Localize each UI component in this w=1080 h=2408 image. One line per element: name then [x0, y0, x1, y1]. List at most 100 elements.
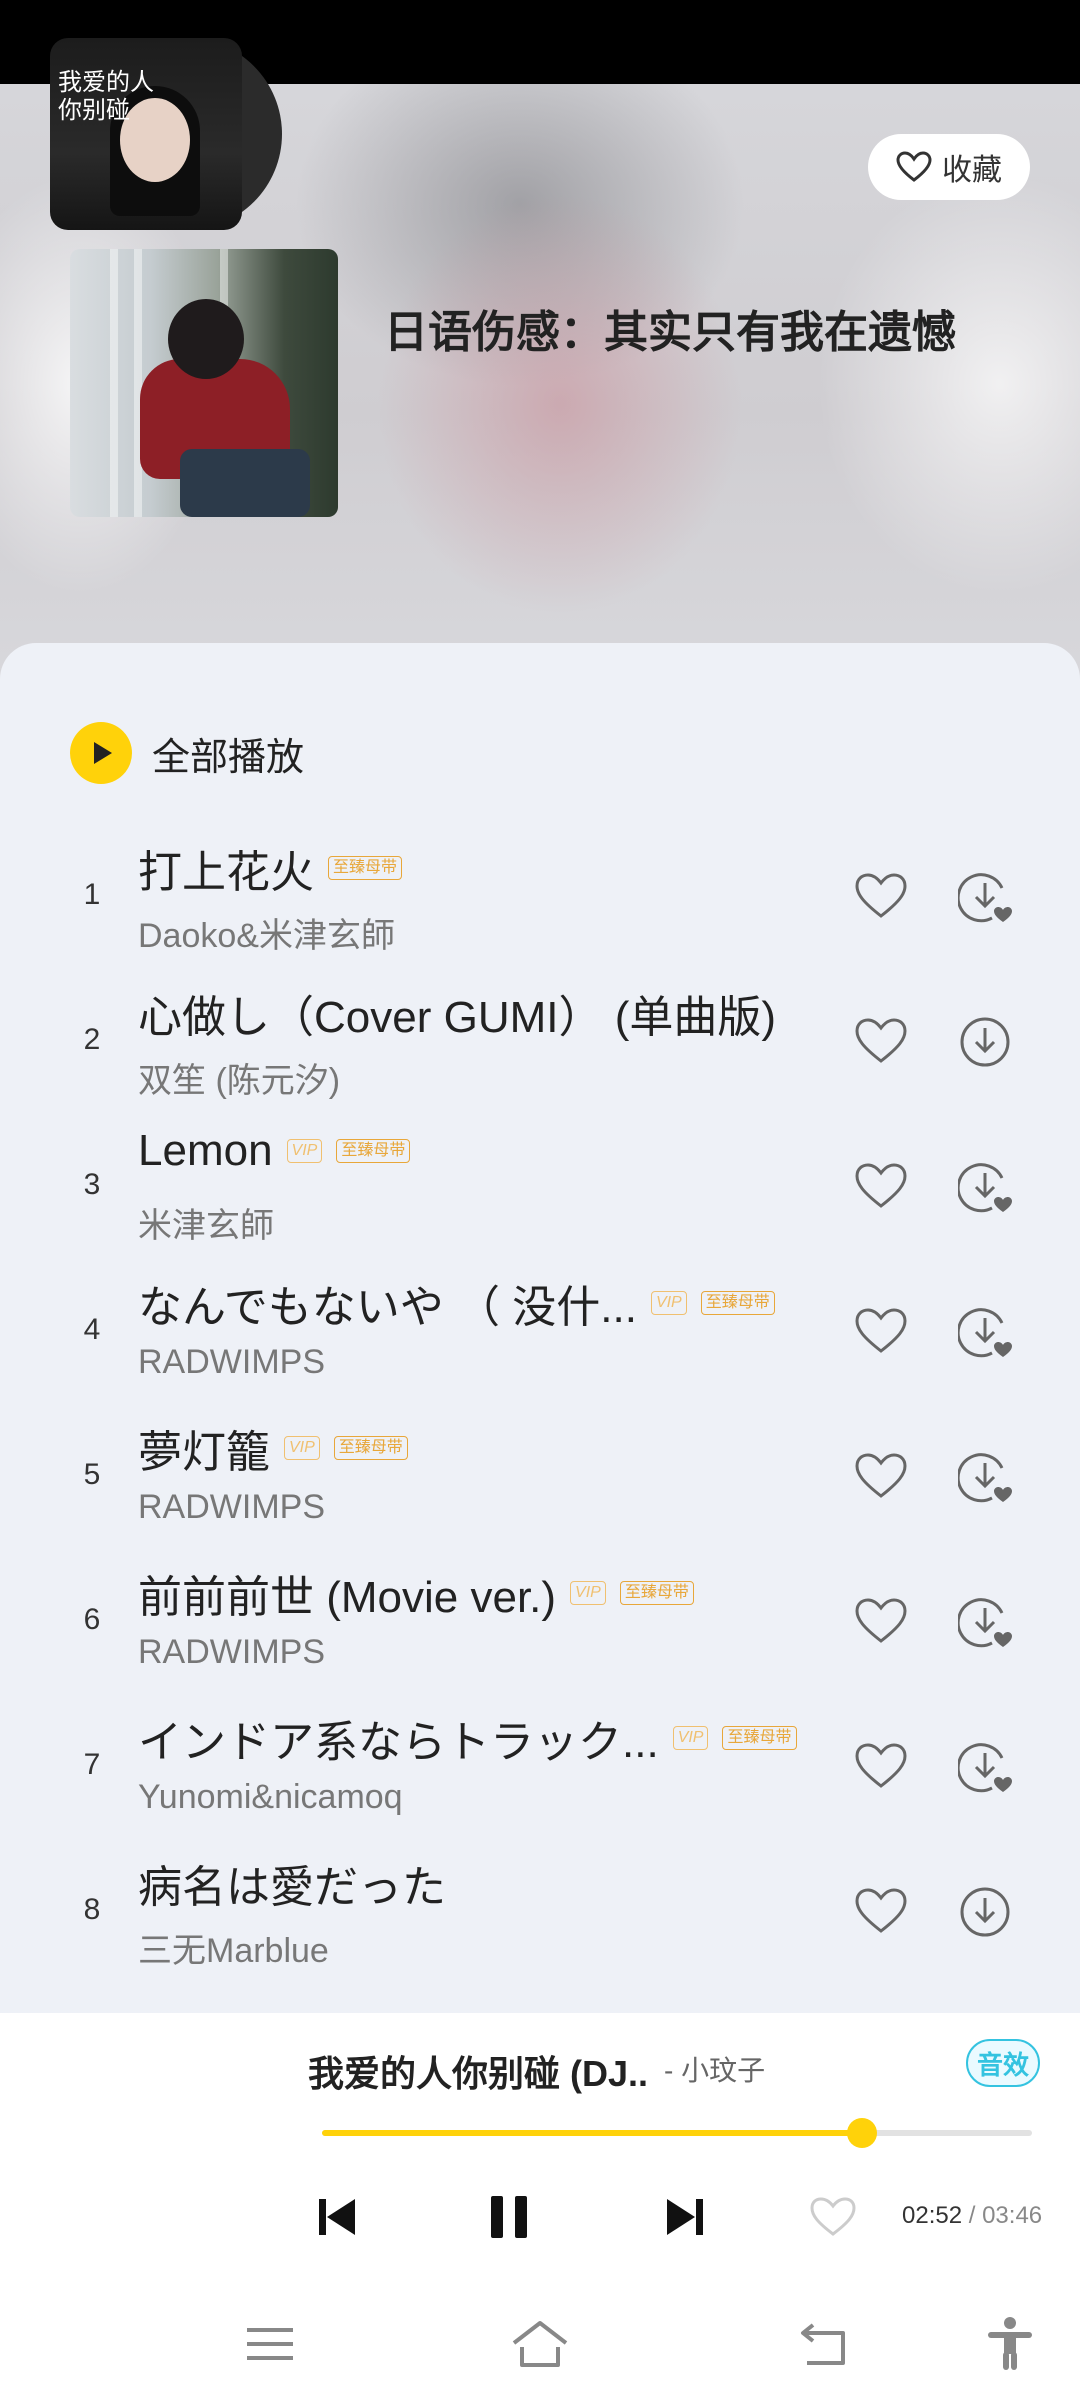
song-artist: 双笙 (陈元汐) [138, 1062, 341, 1100]
song-artist: 米津玄師 [138, 1207, 274, 1245]
song-row[interactable]: 7 インドア系ならトラック... VIP 至臻母带 Yunomi&nicamoq [0, 1698, 1080, 1843]
back-arrow-icon [801, 2323, 845, 2365]
download-icon [958, 1887, 1012, 1943]
vip-badge: VIP [650, 1291, 687, 1315]
song-title: 夢灯籠 [138, 1428, 270, 1477]
download-button[interactable] [956, 1305, 1012, 1359]
play-all-button[interactable]: 全部播放 [70, 722, 304, 784]
now-playing-cover: 我爱的人你别碰 [50, 38, 242, 230]
song-number: 6 [83, 1603, 101, 1636]
skip-next-icon [667, 2199, 703, 2235]
song-number: 3 [83, 1168, 101, 1201]
total-time: 03:46 [982, 2202, 1043, 2229]
song-artist: RADWIMPS [138, 1343, 325, 1381]
like-button[interactable] [854, 1017, 908, 1071]
song-artist: RADWIMPS [138, 1488, 325, 1526]
download-button[interactable] [956, 870, 1012, 924]
pause-button[interactable] [484, 2190, 534, 2244]
song-number: 8 [83, 1893, 101, 1926]
like-button[interactable] [854, 1452, 908, 1506]
song-row[interactable]: 6 前前前世 (Movie ver.) VIP 至臻母带 RADWIMPS [0, 1553, 1080, 1698]
download-button[interactable] [958, 1885, 1012, 1939]
progress-thumb[interactable] [846, 2118, 877, 2148]
like-button[interactable] [854, 872, 908, 926]
heart-icon [810, 2197, 856, 2236]
heart-icon [896, 151, 932, 182]
now-playing-artist: - 小玟子 [664, 2055, 766, 2086]
song-title: 病名は愛だった [138, 1863, 446, 1912]
cover-art-text: 我爱的人你别碰 [58, 68, 154, 124]
pause-icon [491, 2196, 527, 2238]
download-button[interactable] [958, 1015, 1012, 1069]
song-artist: Daoko&米津玄師 [138, 917, 395, 955]
sound-effect-button[interactable]: 音效 [966, 2039, 1040, 2087]
download-button[interactable] [956, 1595, 1012, 1649]
download-done-icon [956, 1163, 1014, 1220]
song-number: 2 [83, 1023, 101, 1056]
previous-button[interactable] [312, 2190, 362, 2244]
master-quality-badge: 至臻母带 [722, 1726, 797, 1750]
song-row[interactable]: 8 病名は愛だった 三无Marblue [0, 1843, 1080, 1988]
download-done-icon [956, 1743, 1014, 1800]
download-button[interactable] [956, 1160, 1012, 1214]
vip-badge: VIP [570, 1581, 606, 1605]
like-button[interactable] [854, 1742, 908, 1796]
song-title: Lemon [138, 1126, 273, 1175]
song-number: 1 [83, 878, 101, 911]
playlist-title: 日语伤感：其实只有我在遗憾 [384, 308, 956, 357]
song-row[interactable]: 5 夢灯籠 VIP 至臻母带 RADWIMPS [0, 1408, 1080, 1553]
song-number: 7 [83, 1748, 101, 1781]
song-number: 4 [83, 1313, 101, 1346]
playback-time: 02:52 / 03:46 [902, 2202, 1042, 2230]
next-button[interactable] [660, 2190, 710, 2244]
song-row[interactable]: 1 打上花火 至臻母带 Daoko&米津玄師 [0, 828, 1080, 973]
home-icon [512, 2321, 568, 2367]
heart-icon [854, 1743, 908, 1794]
like-button[interactable] [854, 1307, 908, 1361]
accessibility-icon [988, 2317, 1032, 2370]
menu-icon [247, 2328, 293, 2360]
master-quality-badge: 至臻母带 [336, 1139, 411, 1163]
like-button[interactable] [854, 1597, 908, 1651]
song-artist: Yunomi&nicamoq [138, 1778, 403, 1816]
favorite-button[interactable]: 收藏 [868, 134, 1030, 200]
heart-icon [854, 1018, 908, 1069]
song-title: なんでもないや （ 没什... [138, 1283, 637, 1332]
playlist-cover [70, 249, 338, 517]
nav-accessibility-button[interactable] [980, 2314, 1040, 2374]
song-artist: RADWIMPS [138, 1633, 325, 1671]
play-icon [70, 722, 132, 784]
now-playing-artwork[interactable]: 我爱的人你别碰 [50, 38, 282, 230]
heart-icon [854, 1598, 908, 1649]
nav-back-button[interactable] [796, 2314, 856, 2374]
like-button[interactable] [854, 1887, 908, 1941]
song-row[interactable]: 3 Lemon VIP 至臻母带 米津玄師 [0, 1118, 1080, 1263]
time-separator: / [962, 2202, 983, 2229]
master-quality-badge: 至臻母带 [700, 1291, 775, 1315]
vip-badge: VIP [284, 1436, 320, 1460]
vip-badge: VIP [672, 1726, 709, 1750]
download-button[interactable] [956, 1740, 1012, 1794]
nav-home-button[interactable] [510, 2314, 570, 2374]
song-row[interactable]: 2 心做し（Cover GUMI） (单曲版) 双笙 (陈元汐) [0, 973, 1080, 1118]
song-title: 心做し（Cover GUMI） (单曲版) [138, 993, 776, 1042]
master-quality-badge: 至臻母带 [328, 856, 403, 880]
heart-icon [854, 1308, 908, 1359]
favorite-label: 收藏 [942, 154, 1002, 187]
nav-menu-button[interactable] [240, 2314, 300, 2374]
download-icon [958, 1017, 1012, 1073]
song-number: 5 [83, 1458, 101, 1491]
heart-icon [854, 1163, 908, 1214]
like-button[interactable] [854, 1162, 908, 1216]
now-playing-title: 我爱的人你别碰 (DJ.. [308, 2053, 649, 2094]
heart-icon [854, 1453, 908, 1504]
master-quality-badge: 至臻母带 [619, 1581, 694, 1605]
song-row[interactable]: 4 なんでもないや （ 没什... VIP 至臻母带 RADWIMPS [0, 1263, 1080, 1408]
progress-bar[interactable] [322, 2118, 1032, 2148]
download-done-icon [956, 1598, 1014, 1655]
current-time: 02:52 [902, 2202, 963, 2229]
download-button[interactable] [956, 1450, 1012, 1504]
download-done-icon [956, 1308, 1014, 1365]
heart-icon [854, 873, 908, 924]
like-current-button[interactable] [808, 2190, 858, 2244]
